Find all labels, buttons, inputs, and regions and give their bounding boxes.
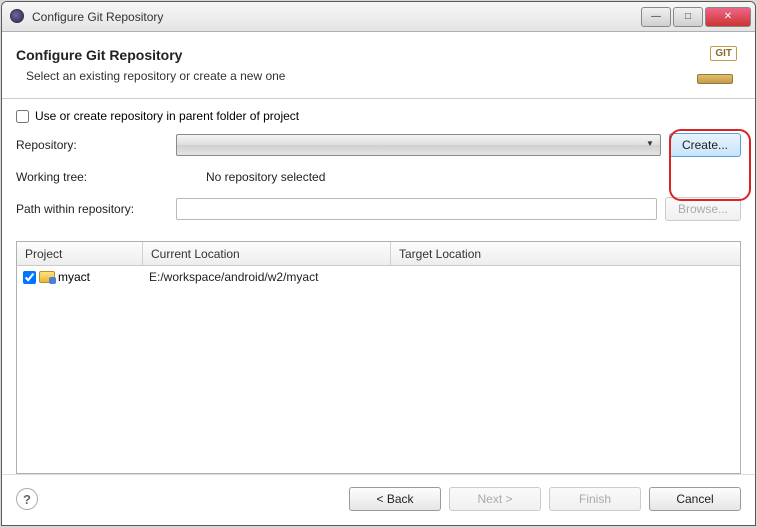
maximize-button[interactable]: □ — [673, 7, 703, 27]
browse-button: Browse... — [665, 197, 741, 221]
col-target-location[interactable]: Target Location — [391, 242, 740, 265]
working-tree-label: Working tree: — [16, 170, 176, 184]
wizard-header: Configure Git Repository Select an exist… — [2, 32, 755, 99]
button-bar: ? < Back Next > Finish Cancel — [2, 474, 755, 525]
eclipse-icon — [10, 9, 26, 25]
repository-label: Repository: — [16, 138, 176, 152]
current-location-cell: E:/workspace/android/w2/myact — [143, 270, 391, 284]
folder-icon — [39, 271, 55, 283]
close-button[interactable]: ✕ — [705, 7, 751, 27]
git-icon: GIT — [695, 46, 737, 84]
page-subtitle: Select an existing repository or create … — [26, 69, 695, 83]
page-title: Configure Git Repository — [16, 47, 695, 63]
back-button[interactable]: < Back — [349, 487, 441, 511]
finish-button: Finish — [549, 487, 641, 511]
path-row: Path within repository: Browse... — [16, 197, 741, 221]
next-button: Next > — [449, 487, 541, 511]
table-header: Project Current Location Target Location — [17, 242, 740, 266]
repository-row: Repository: Create... — [16, 133, 741, 157]
row-checkbox[interactable] — [23, 271, 36, 284]
titlebar[interactable]: Configure Git Repository — □ ✕ — [2, 2, 755, 32]
working-tree-row: Working tree: No repository selected — [16, 165, 741, 189]
table-body: myact E:/workspace/android/w2/myact — [17, 266, 740, 473]
window-title: Configure Git Repository — [32, 10, 639, 24]
project-name: myact — [58, 270, 90, 284]
create-button[interactable]: Create... — [669, 133, 741, 157]
path-input[interactable] — [176, 198, 657, 220]
repository-combo[interactable] — [176, 134, 661, 156]
col-project[interactable]: Project — [17, 242, 143, 265]
form-area: Use or create repository in parent folde… — [2, 99, 755, 235]
use-parent-label[interactable]: Use or create repository in parent folde… — [35, 109, 299, 123]
use-parent-checkbox[interactable] — [16, 110, 29, 123]
dialog-window: Configure Git Repository — □ ✕ Configure… — [1, 1, 756, 526]
cancel-button[interactable]: Cancel — [649, 487, 741, 511]
dialog-content: Configure Git Repository Select an exist… — [2, 32, 755, 525]
table-row[interactable]: myact E:/workspace/android/w2/myact — [17, 266, 740, 288]
use-parent-row: Use or create repository in parent folde… — [16, 109, 741, 123]
projects-table: Project Current Location Target Location… — [16, 241, 741, 474]
window-controls: — □ ✕ — [639, 7, 751, 27]
col-current-location[interactable]: Current Location — [143, 242, 391, 265]
working-tree-value: No repository selected — [176, 170, 741, 184]
minimize-button[interactable]: — — [641, 7, 671, 27]
path-label: Path within repository: — [16, 202, 176, 216]
help-icon[interactable]: ? — [16, 488, 38, 510]
